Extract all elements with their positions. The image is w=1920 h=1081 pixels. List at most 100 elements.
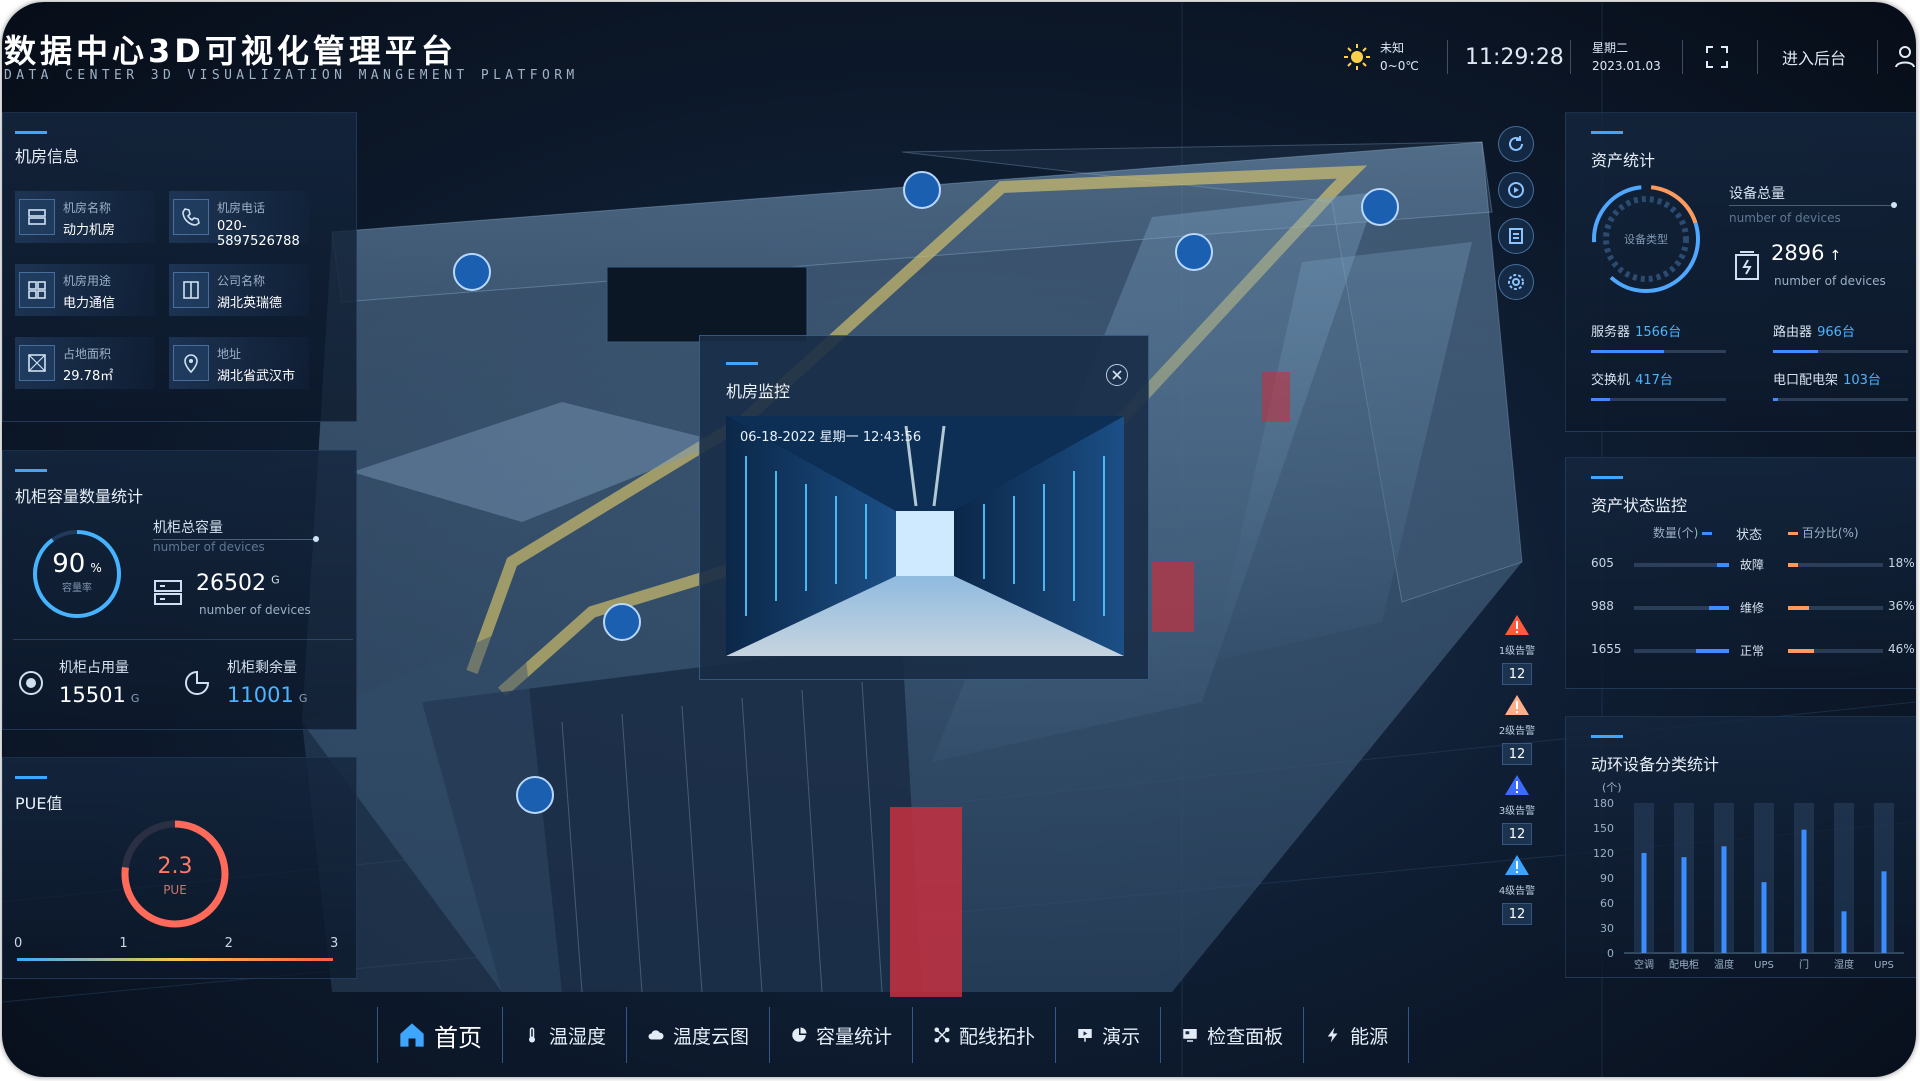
device-type-label: 设备类型 [1624,233,1668,246]
cabinet-total-label: 机柜总容量 [153,520,223,536]
col-percent-label: 百分比(%) [1801,526,1859,540]
pue-panel: PUE值 2.3 PUE 0 1 2 3 [2,757,357,979]
document-button[interactable] [1498,218,1534,254]
header-divider [1682,40,1683,74]
alarm-level-label: 4级告警 [1498,886,1536,897]
cabinet-used-unit: G [130,692,140,705]
warning-icon [1505,775,1529,795]
status-count-bar [1717,563,1729,567]
pue-scale-bar [17,958,333,961]
status-name: 维修 [1740,601,1765,615]
chart-xtick: UPS [1874,960,1894,971]
cabinet-free-unit: G [298,692,308,705]
asset-item: 服务器 1566台 [1591,321,1726,353]
nav-item-pie-chart[interactable]: 容量统计 [770,1007,914,1063]
asset-item-track [1591,350,1726,353]
status-name: 故障 [1740,558,1765,572]
red-cabinet-small [1262,372,1290,422]
asset-total-value-block: 2896 ↑ [1771,241,1841,265]
col-count-header: 数量(个) [1653,524,1713,541]
asset-item-bar [1591,398,1610,401]
env-device-title: 动环设备分类统计 [1591,755,1720,774]
header-time: 11:29:28 [1465,44,1564,70]
warning-icon [1505,855,1529,875]
status-row: 605 故障 18% [1566,556,1916,578]
legend-orange [1788,532,1798,535]
cabinet-total-value: 26502 [196,571,266,596]
room-info-label: 机房电话 [217,201,266,215]
bottom-nav: 首页 温湿度 温度云图 容量统计 配线拓扑 演示 检查面板 能源 [377,1007,1547,1063]
warning-icon [1505,695,1529,715]
col-count-label: 数量(个) [1653,526,1699,540]
pue-value: 2.3 [157,854,193,879]
cabinet-total-desc: number of devices [199,603,311,617]
monitor-title: 机房监控 [726,382,791,401]
nav-item-home[interactable]: 首页 [377,1007,503,1063]
cabinet-free-label: 机柜剩余量 [227,660,297,676]
asset-item: 交换机 417台 [1591,369,1726,401]
close-icon [1112,370,1122,380]
close-button[interactable] [1106,364,1128,386]
asset-item-name: 路由器 [1773,325,1813,340]
asset-item-value: 1566台 [1635,325,1682,340]
pue-scale-tick: 2 [224,936,233,951]
asset-item: 路由器 966台 [1773,321,1908,353]
alarm-level-label: 3级告警 [1498,806,1536,817]
room-info-title: 机房信息 [15,147,80,166]
chart-ytick: 60 [1600,897,1614,910]
nav-item-panel[interactable]: 检查面板 [1161,1007,1305,1063]
alarm-level-item[interactable]: 4级告警 12 [1496,854,1538,925]
cloud-icon [648,1030,664,1040]
chart-xtick: 门 [1799,958,1809,971]
room-info-label: 机房用途 [63,274,112,288]
alarm-level-item[interactable]: 1级告警 12 [1496,614,1538,685]
nav-item-thermometer[interactable]: 温湿度 [503,1007,628,1063]
user-button[interactable] [1895,32,1915,82]
home-icon [400,1023,424,1047]
capacity-rate-unit: % [90,561,102,575]
storage-icon [154,580,182,605]
capacity-rate-label: 容量率 [62,583,92,594]
asset-item-name: 交换机 [1591,373,1631,388]
room-info-item: 机房电话 020-5897526788 [169,191,309,249]
cabinet-used-label: 机柜占用量 [59,660,129,676]
enter-backend-button[interactable]: 进入后台 [1782,32,1846,82]
nav-item-label: 演示 [1102,1025,1141,1048]
chart-bar [1641,853,1647,953]
asset-stats-title: 资产统计 [1591,151,1656,170]
nav-item-label: 温湿度 [549,1025,607,1048]
camera-feed[interactable]: 06-18-2022 星期一 12:43:56 [726,416,1124,656]
panel-accent [15,469,47,472]
capacity-rate: 90 [52,549,86,579]
chart-ytick: 120 [1593,847,1614,860]
nav-item-cloud[interactable]: 温度云图 [627,1007,771,1063]
nav-item-topology[interactable]: 配线拓扑 [913,1007,1057,1063]
room-info-item: 机房用途 电力通信 [15,264,155,316]
asset-item-name: 电口配电架 [1773,373,1839,388]
asset-item-track [1591,398,1726,401]
chart-bar [1801,829,1807,953]
chart-ytick: 0 [1607,947,1614,960]
status-count: 988 [1591,599,1614,613]
alarm-level-item[interactable]: 2级告警 12 [1496,694,1538,765]
play-view-button[interactable] [1498,172,1534,208]
status-count: 1655 [1591,642,1622,656]
pue-scale-tick: 3 [330,936,339,951]
fullscreen-button[interactable] [1705,32,1729,82]
cabinet-used-value: 15501 [59,683,126,707]
env-device-panel: 动环设备分类统计 (个) 180 150 120 90 60 30 0 空调 配电柜 温度 UPS 门 湿… [1565,716,1916,978]
cabinet-free-value: 11001 [227,683,294,707]
panel-accent [1591,131,1623,134]
panel-icon [1183,1029,1197,1042]
cabinet-panel: 机柜容量数量统计 90 % 容量率 机柜总容量 number of device… [2,450,357,730]
cabinet-used-block: 15501 G [59,683,139,707]
settings-button[interactable] [1498,264,1534,300]
status-pct-track [1788,649,1883,653]
chart-ytick: 90 [1600,872,1614,885]
nav-item-lightning[interactable]: 能源 [1304,1007,1410,1063]
nav-item-presentation[interactable]: 演示 [1056,1007,1162,1063]
panel-accent [1591,735,1623,738]
rotate-view-button[interactable] [1498,126,1534,162]
chart-bar [1881,871,1887,953]
alarm-level-item[interactable]: 3级告警 12 [1496,774,1538,845]
